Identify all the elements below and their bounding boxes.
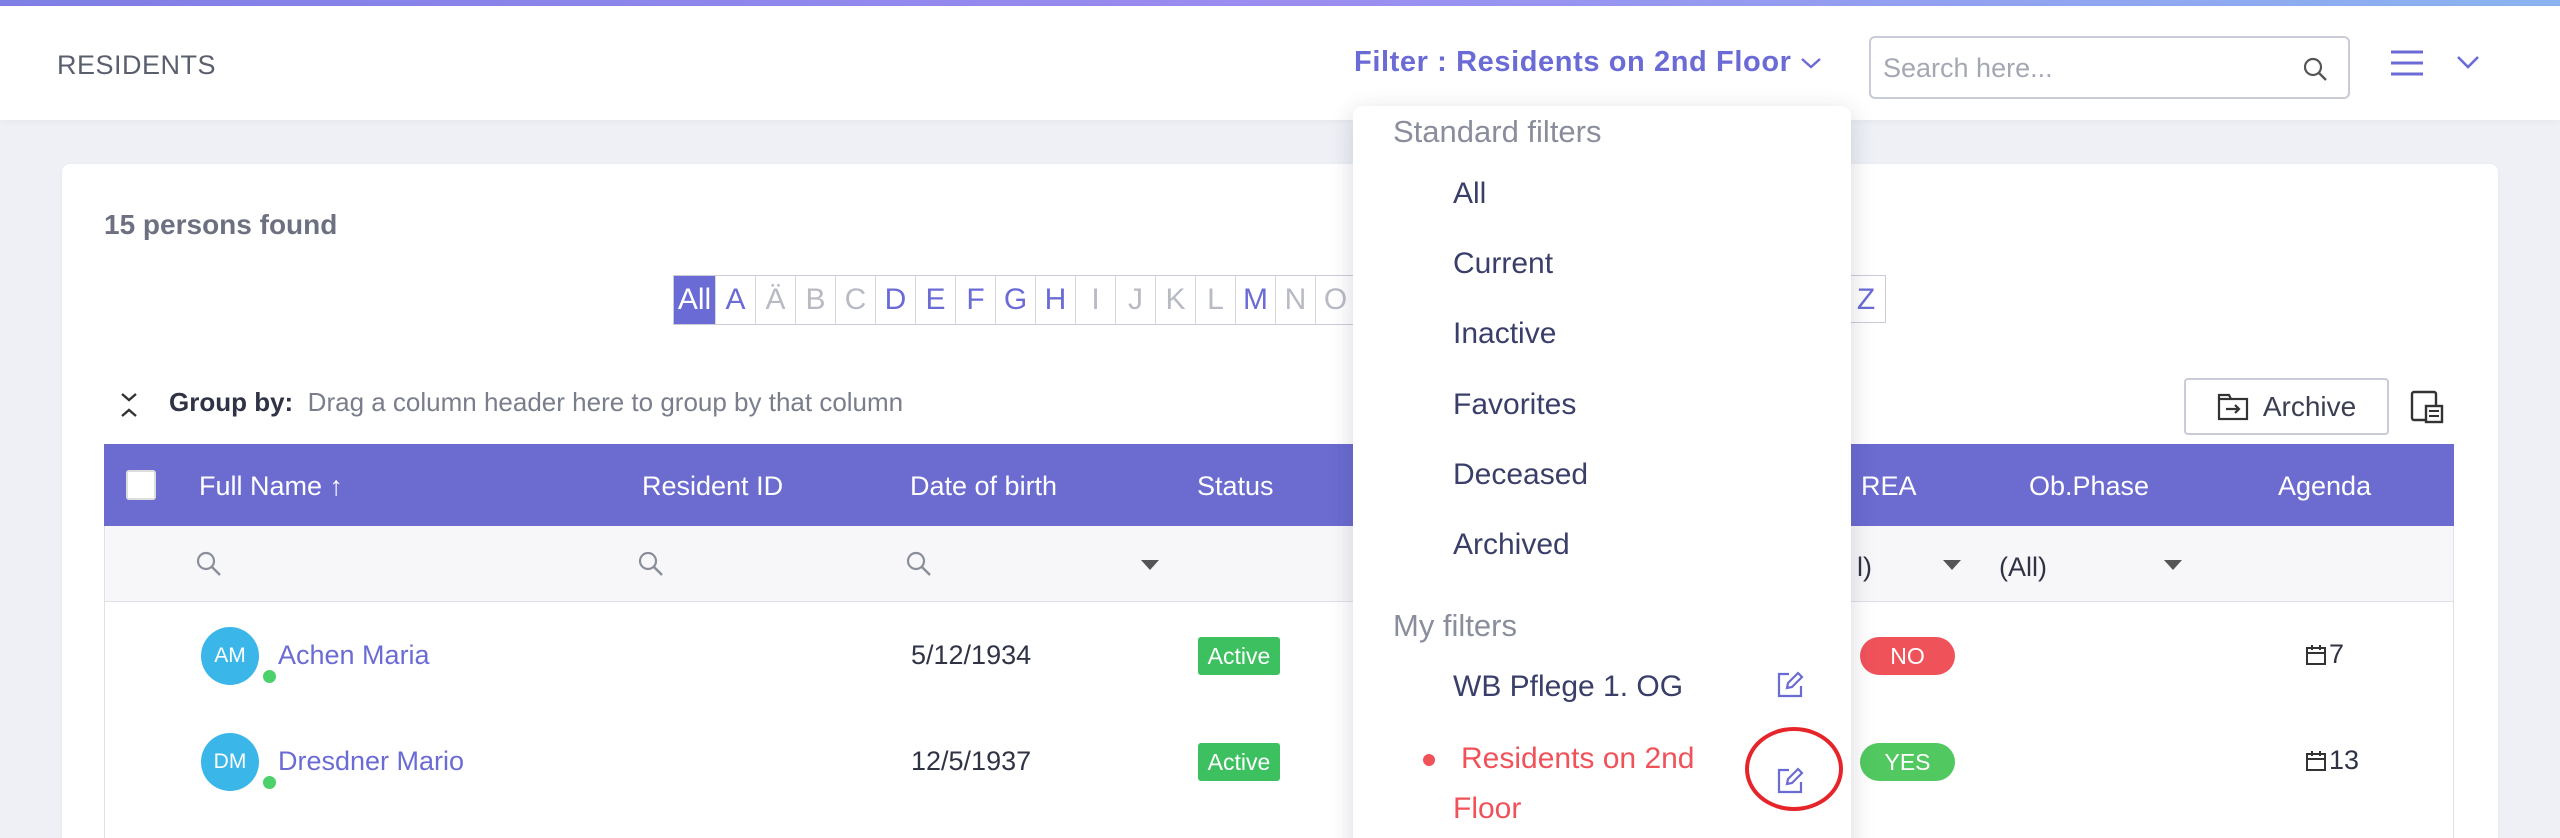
alpha-letter-a[interactable]: A bbox=[716, 276, 756, 324]
filter-label: Filter : Residents on 2nd Floor bbox=[1354, 46, 1792, 78]
search-icon[interactable] bbox=[195, 550, 223, 578]
edit-icon[interactable] bbox=[1775, 670, 1805, 700]
groupby-hint: Drag a column header here to group by th… bbox=[307, 387, 904, 417]
chevron-down-icon[interactable] bbox=[2456, 54, 2480, 70]
alpha-letter-m[interactable]: M bbox=[1236, 276, 1276, 324]
my-filter-label-line1: Residents on 2nd bbox=[1461, 742, 1695, 775]
table-row[interactable]: AM Achen Maria 5/12/1934 Active NO 7 bbox=[105, 602, 2455, 708]
alpha-letter-c[interactable]: C bbox=[836, 276, 876, 324]
column-header-status[interactable]: Status bbox=[1197, 471, 1274, 502]
alpha-letter-o[interactable]: O bbox=[1316, 276, 1356, 324]
groupby-label: Group by: bbox=[169, 387, 294, 417]
alpha-letter-i[interactable]: I bbox=[1076, 276, 1116, 324]
alpha-letter-all[interactable]: All bbox=[674, 276, 716, 324]
filter-dropdown-toggle[interactable]: Filter : Residents on 2nd Floor bbox=[1354, 46, 1822, 79]
caret-down-icon[interactable] bbox=[1141, 560, 1159, 570]
status-badge: Active bbox=[1198, 743, 1280, 781]
online-indicator bbox=[261, 774, 278, 791]
column-header-date-of-birth[interactable]: Date of birth bbox=[910, 471, 1057, 502]
active-filter-dot bbox=[1423, 754, 1435, 766]
alphabet-filter: All A Ä B C D E F G H I J K L M N O bbox=[673, 275, 1357, 325]
filter-option-current[interactable]: Current bbox=[1453, 247, 1553, 281]
rea-filter-value[interactable]: l) bbox=[1857, 552, 1872, 583]
column-header-ob-phase[interactable]: Ob.Phase bbox=[2029, 471, 2149, 502]
search-icon[interactable] bbox=[2302, 56, 2328, 82]
archive-button[interactable]: Archive bbox=[2184, 378, 2389, 435]
filter-dropdown-menu: Standard filters All Current Inactive Fa… bbox=[1353, 106, 1851, 838]
rea-badge: YES bbox=[1860, 743, 1955, 781]
search-input[interactable] bbox=[1883, 52, 2283, 84]
avatar: DM bbox=[201, 733, 259, 791]
agenda-count: 13 bbox=[2329, 745, 2360, 775]
avatar: AM bbox=[201, 627, 259, 685]
rea-badge: NO bbox=[1860, 637, 1955, 675]
resident-name-link[interactable]: Dresdner Mario bbox=[278, 746, 464, 777]
agenda-cell[interactable]: 13 bbox=[2305, 745, 2359, 776]
column-header-rea[interactable]: REA bbox=[1861, 471, 1917, 502]
table-body: AM Achen Maria 5/12/1934 Active NO 7 DM … bbox=[104, 602, 2454, 838]
page-title: RESIDENTS bbox=[57, 50, 217, 80]
filter-option-inactive[interactable]: Inactive bbox=[1453, 317, 1556, 351]
filter-option-archived[interactable]: Archived bbox=[1453, 528, 1570, 562]
resident-name-link[interactable]: Achen Maria bbox=[278, 640, 430, 671]
alpha-letter-f[interactable]: F bbox=[956, 276, 996, 324]
agenda-cell[interactable]: 7 bbox=[2305, 639, 2344, 670]
my-filter-residents-2nd-floor[interactable]: Residents on 2nd bbox=[1461, 742, 1695, 776]
caret-down-icon[interactable] bbox=[2164, 560, 2182, 570]
archive-icon bbox=[2217, 393, 2248, 420]
collapse-icon[interactable] bbox=[118, 390, 140, 420]
standard-filters-heading: Standard filters bbox=[1393, 114, 1602, 149]
my-filter-wb-pflege[interactable]: WB Pflege 1. OG bbox=[1453, 670, 1683, 704]
highlight-circle-annotation bbox=[1745, 727, 1843, 811]
alpha-letter-b[interactable]: B bbox=[796, 276, 836, 324]
ob-phase-filter-value[interactable]: (All) bbox=[1999, 552, 2047, 583]
column-header-full-name[interactable]: Full Name ↑ bbox=[199, 471, 343, 502]
caret-down-icon[interactable] bbox=[1943, 560, 1961, 570]
online-indicator bbox=[261, 668, 278, 685]
status-badge: Active bbox=[1198, 637, 1280, 675]
column-chooser-icon[interactable] bbox=[2410, 390, 2444, 424]
my-filters-heading: My filters bbox=[1393, 608, 1517, 643]
alpha-letter-k[interactable]: K bbox=[1156, 276, 1196, 324]
filter-row: l) (All) bbox=[104, 526, 2454, 602]
chevron-down-icon bbox=[1800, 57, 1821, 69]
alpha-letter-h[interactable]: H bbox=[1036, 276, 1076, 324]
alpha-letter-e[interactable]: E bbox=[916, 276, 956, 324]
results-count: 15 persons found bbox=[104, 209, 338, 240]
agenda-count: 7 bbox=[2329, 639, 2345, 669]
date-of-birth: 5/12/1934 bbox=[911, 640, 1032, 670]
alpha-letter-ä[interactable]: Ä bbox=[756, 276, 796, 324]
filter-option-favorites[interactable]: Favorites bbox=[1453, 388, 1576, 422]
groupby-panel: Group by: Drag a column header here to g… bbox=[169, 387, 903, 418]
column-header-resident-id[interactable]: Resident ID bbox=[642, 471, 783, 502]
filter-option-deceased[interactable]: Deceased bbox=[1453, 458, 1588, 492]
my-filter-residents-2nd-floor-line2[interactable]: Floor bbox=[1453, 792, 1521, 826]
search-icon[interactable] bbox=[905, 550, 933, 578]
column-header-agenda[interactable]: Agenda bbox=[2278, 471, 2371, 502]
app-header: RESIDENTS Filter : Residents on 2nd Floo… bbox=[0, 6, 2560, 120]
calendar-icon bbox=[2306, 750, 2326, 771]
hamburger-menu-icon[interactable] bbox=[2390, 50, 2424, 76]
alpha-letter-n[interactable]: N bbox=[1276, 276, 1316, 324]
alpha-letter-g[interactable]: G bbox=[996, 276, 1036, 324]
select-all-checkbox[interactable] bbox=[126, 470, 156, 500]
filter-option-all[interactable]: All bbox=[1453, 177, 1486, 211]
archive-label: Archive bbox=[2262, 390, 2357, 422]
alpha-letter-l[interactable]: L bbox=[1196, 276, 1236, 324]
table-header: Full Name ↑ Resident ID Date of birth St… bbox=[104, 444, 2454, 526]
table-row[interactable]: DM Dresdner Mario 12/5/1937 Active YES 1… bbox=[105, 708, 2455, 814]
search-box bbox=[1869, 36, 2350, 99]
alpha-letter-d[interactable]: D bbox=[876, 276, 916, 324]
date-of-birth: 12/5/1937 bbox=[911, 746, 1032, 776]
search-icon[interactable] bbox=[637, 550, 665, 578]
calendar-icon bbox=[2306, 644, 2326, 665]
alpha-letter-j[interactable]: J bbox=[1116, 276, 1156, 324]
alpha-letter-z[interactable]: Z bbox=[1846, 275, 1886, 323]
